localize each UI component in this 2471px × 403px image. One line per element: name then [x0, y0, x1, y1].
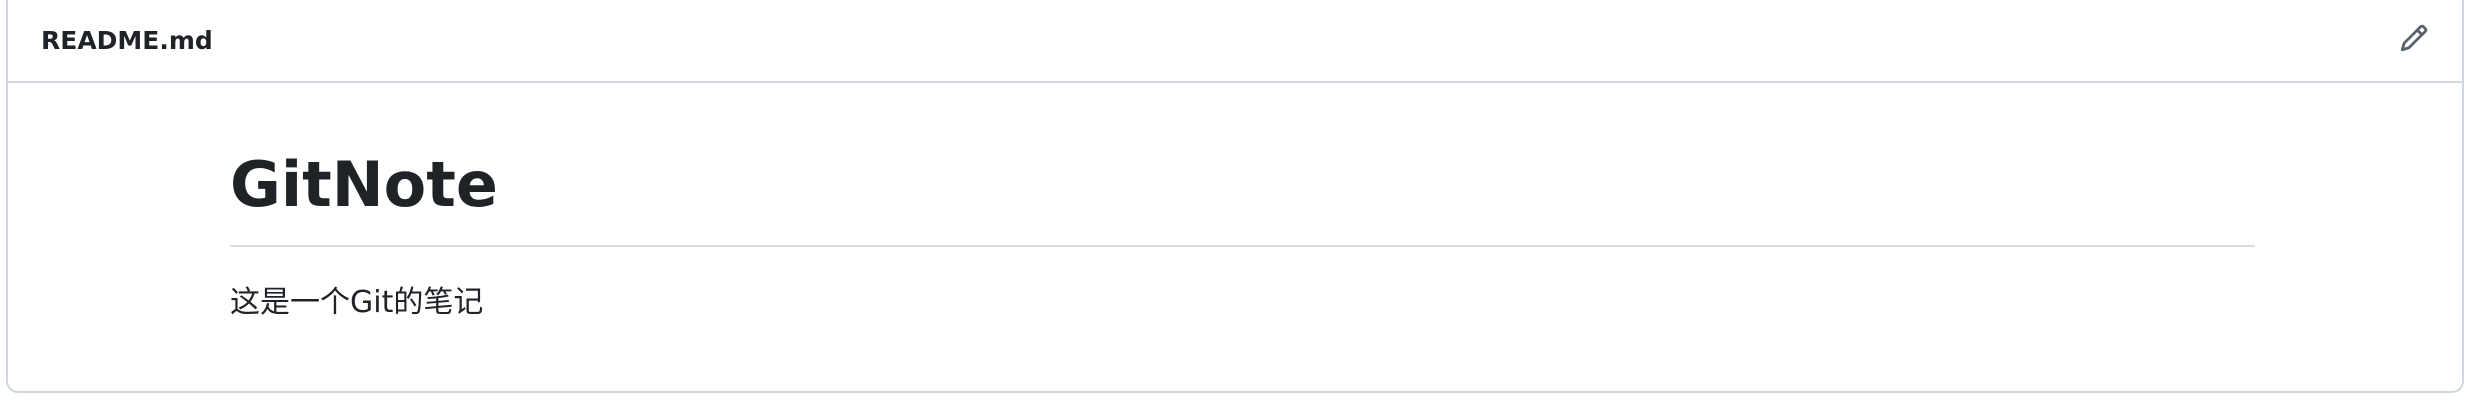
file-name: README.md	[41, 26, 213, 55]
readme-title: GitNote	[230, 148, 498, 221]
readme-header: README.md	[8, 0, 2462, 83]
pencil-icon	[2399, 23, 2429, 57]
readme-panel: README.md GitNote 这是一个Git的笔记	[6, 0, 2464, 393]
title-divider	[230, 245, 2255, 247]
readme-paragraph: 这是一个Git的笔记	[230, 285, 484, 320]
edit-file-button[interactable]	[2394, 20, 2434, 60]
